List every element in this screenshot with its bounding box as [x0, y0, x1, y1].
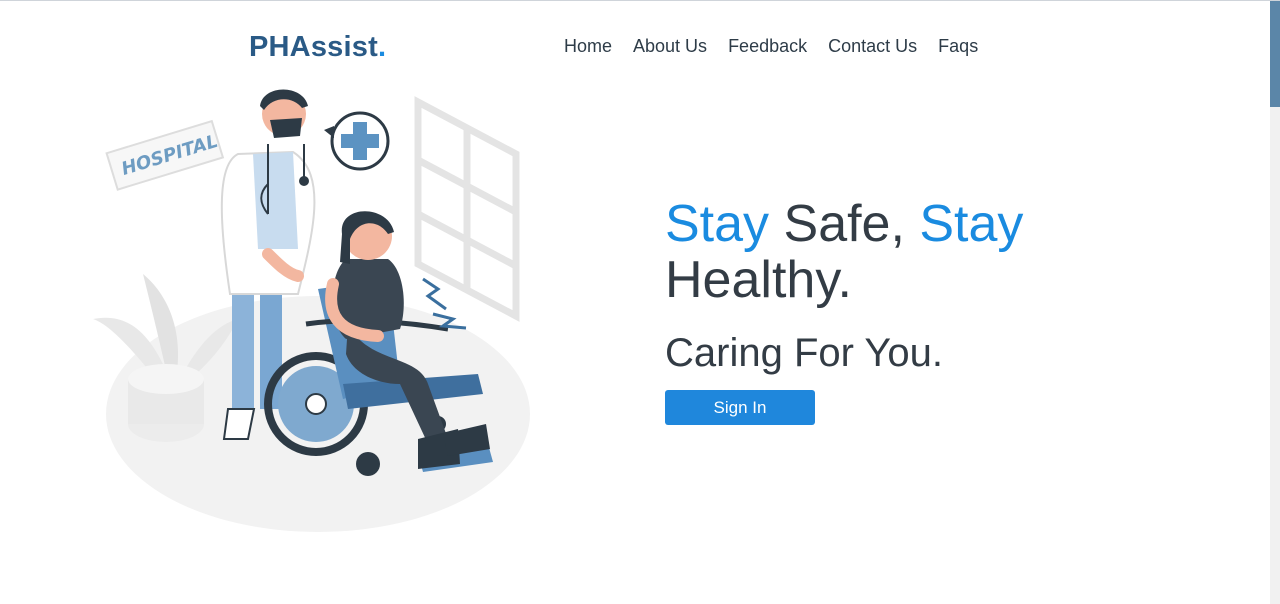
brand-name: PHAssist [249, 31, 378, 63]
headline-stay-2: Stay [919, 195, 1024, 253]
brand-dot: . [377, 31, 387, 63]
brand-logo[interactable]: PHAssist. [249, 30, 386, 64]
headline-safe: Safe, [769, 195, 920, 253]
hero-text: Stay Safe, Stay Healthy. Caring For You. [665, 196, 1185, 376]
nav-contact-us[interactable]: Contact Us [828, 35, 917, 57]
scrollbar-thumb[interactable] [1270, 1, 1280, 107]
headline-healthy: Healthy. [665, 251, 852, 309]
hero-headline: Stay Safe, Stay Healthy. [665, 196, 1185, 308]
headline-stay-1: Stay [665, 195, 770, 253]
hero-illustration: HOSPITAL [93, 89, 530, 532]
sign-in-button[interactable]: Sign In [665, 390, 815, 425]
nav-feedback[interactable]: Feedback [728, 35, 807, 57]
nav-about-us[interactable]: About Us [633, 35, 707, 57]
medical-cross-icon [324, 111, 390, 171]
main-nav: Home About Us Feedback Contact Us Faqs [564, 35, 978, 57]
hospital-sign: HOSPITAL [105, 119, 225, 191]
top-border [0, 0, 1280, 1]
hero-tagline: Caring For You. [665, 331, 943, 375]
nav-home[interactable]: Home [564, 35, 612, 57]
nav-faqs[interactable]: Faqs [938, 35, 978, 57]
